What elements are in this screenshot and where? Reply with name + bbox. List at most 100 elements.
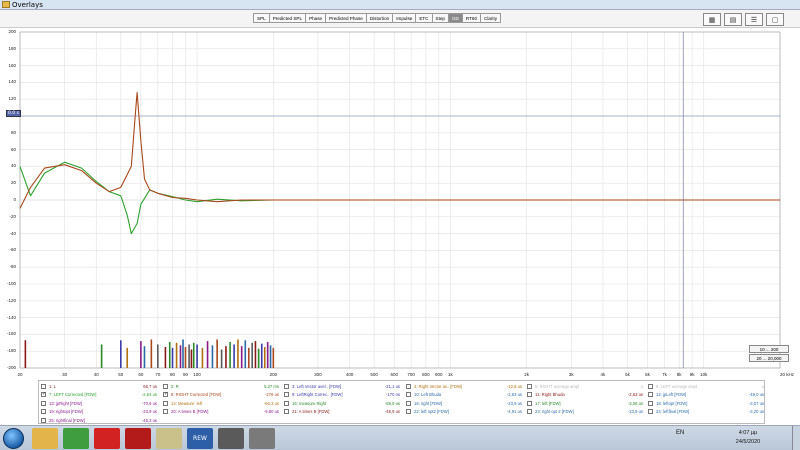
legend-item[interactable]: 22: left opt2 [FDW] -4,91 us [406, 407, 522, 416]
tab-predicted-phase[interactable]: Predicted Phase [326, 13, 367, 23]
legend-checkbox[interactable] [41, 390, 46, 399]
impulse-bar [24, 340, 27, 368]
x-tick-label: 90 [182, 372, 188, 377]
overlay-list-icon[interactable]: ▤ [724, 13, 742, 26]
y-tick-label: 80 [10, 129, 16, 135]
x-tick-label: 8k [676, 372, 682, 377]
overlay-grid-icon[interactable]: ▦ [703, 13, 721, 26]
tab-step[interactable]: Step [432, 13, 449, 23]
tab-spl[interactable]: SPL [253, 13, 270, 23]
y-tick-label: 60 [10, 146, 16, 152]
range-20-20000-button[interactable]: 20 ... 20,000 [749, 354, 789, 362]
impulse-bar [120, 340, 122, 368]
legend-checkbox[interactable] [41, 417, 46, 423]
legend-checkbox[interactable] [527, 384, 532, 389]
legend-checkbox[interactable] [648, 384, 653, 389]
impulse-bar [247, 347, 250, 368]
impulse-bar [171, 347, 174, 368]
overlay-fill-icon[interactable]: ▢ [766, 13, 784, 26]
y-tick-label: -20 [9, 213, 16, 219]
impulse-bar [254, 341, 257, 368]
legend-checkbox[interactable] [527, 409, 532, 415]
start-button[interactable] [3, 428, 24, 449]
legend-checkbox[interactable] [163, 390, 168, 399]
legend-checkbox[interactable] [284, 400, 289, 406]
overlay-stack-icon[interactable]: ☰ [745, 13, 763, 26]
group-delay-plot[interactable] [0, 28, 800, 378]
tab-gd[interactable]: GD [448, 13, 463, 23]
x-unit-label: 20 kHz [780, 372, 795, 377]
legend-item[interactable]: 24: leftfinal [FDW] -3,20 us [648, 407, 764, 416]
x-tick-label: 20 [17, 372, 23, 377]
tab-rt60[interactable]: RT60 [462, 13, 481, 23]
x-tick-label: 1k [448, 372, 453, 377]
tab-impulse[interactable]: Impulse [393, 13, 417, 23]
legend-checkbox[interactable] [406, 409, 411, 415]
clock[interactable]: 4:07 μμ 24/5/2020 [728, 429, 768, 447]
notepad-icon[interactable] [156, 428, 182, 449]
impulse-bar [211, 345, 214, 368]
language-indicator[interactable]: EN [676, 430, 684, 436]
range-10-200-button[interactable]: 10 ... 200 [749, 345, 789, 353]
x-tick-label: 2k [524, 372, 530, 377]
legend-checkbox[interactable] [648, 409, 653, 415]
overlays-app-icon [2, 1, 10, 8]
explorer-icon[interactable] [32, 428, 58, 449]
x-tick-label: 80 [170, 372, 176, 377]
legend-checkbox[interactable] [648, 400, 653, 406]
tab-clarity[interactable]: Clarity [481, 13, 502, 23]
opera-icon[interactable] [94, 428, 120, 449]
legend-item[interactable]: 23: right opt 2 [FDW] -23,9 us [527, 407, 643, 416]
legend-item-value: -9,80 us [263, 409, 279, 415]
legend-checkbox[interactable] [284, 409, 289, 415]
impulse-bar [220, 349, 223, 368]
x-tick-label: 100 [193, 372, 201, 377]
y-tick-label: -80 [9, 264, 16, 270]
legend-checkbox[interactable] [163, 384, 168, 389]
title-bar: Overlays [0, 0, 800, 10]
tab-phase[interactable]: Phase [306, 13, 327, 23]
legend-checkbox[interactable] [41, 384, 46, 389]
tab-etc[interactable]: ETC [416, 13, 433, 23]
legend-checkbox[interactable] [284, 392, 289, 398]
taskbar: REW EN 4:07 μμ 24/5/2020 [0, 425, 800, 450]
x-tick-label: 30 [62, 372, 68, 377]
legend-checkbox[interactable] [527, 392, 532, 398]
legend-checkbox[interactable] [406, 392, 411, 398]
legend-checkbox[interactable] [284, 384, 289, 389]
impulse-bar [143, 346, 146, 368]
impulse-bar [201, 347, 204, 368]
rew-icon[interactable]: REW [187, 428, 213, 449]
tab-predicted-spl[interactable]: Predicted SPL [269, 13, 307, 23]
sketch-app-icon[interactable] [249, 428, 275, 449]
legend-checkbox[interactable] [163, 409, 168, 415]
x-tick-label: 10k [700, 372, 708, 377]
legend-checkbox[interactable] [163, 400, 168, 406]
legend-item[interactable]: 21: A times B [FDW] -46,9 us [284, 407, 400, 416]
x-tick-label: 600 [390, 372, 398, 377]
x-tick-label: 40 [93, 372, 99, 377]
legend-item[interactable]: 20: A times B [FDW] -9,80 us [163, 407, 279, 416]
graph-area[interactable]: 200180160140120100806040200-20-40-60-80-… [0, 28, 800, 378]
reference-level-badge[interactable]: 0.0 s [6, 110, 21, 117]
dice-game-icon[interactable] [125, 428, 151, 449]
impulse-bar [184, 347, 187, 368]
clock-time: 4:07 μμ [738, 430, 758, 436]
legend-checkbox[interactable] [41, 409, 46, 415]
legend-checkbox[interactable] [648, 392, 653, 398]
alien-app-icon[interactable] [218, 428, 244, 449]
legend-item-value: -3,20 us [748, 409, 764, 415]
tab-distortion[interactable]: Distortion [366, 13, 394, 23]
x-tick-label: 400 [345, 372, 354, 377]
impulse-bar [216, 339, 218, 368]
x-tick-label: 300 [314, 372, 322, 377]
legend-checkbox[interactable] [41, 400, 46, 406]
legend-checkbox[interactable] [406, 400, 411, 406]
show-desktop-button[interactable] [792, 426, 800, 450]
x-tick-label: 6k [645, 372, 650, 377]
legend-checkbox[interactable] [406, 384, 411, 389]
legend-checkbox[interactable] [527, 400, 532, 406]
legend-item[interactable]: 25: rightfinal [FDW] -45,3 us [41, 416, 157, 425]
impulse-bar [196, 344, 198, 368]
chrome-icon[interactable] [63, 428, 89, 449]
